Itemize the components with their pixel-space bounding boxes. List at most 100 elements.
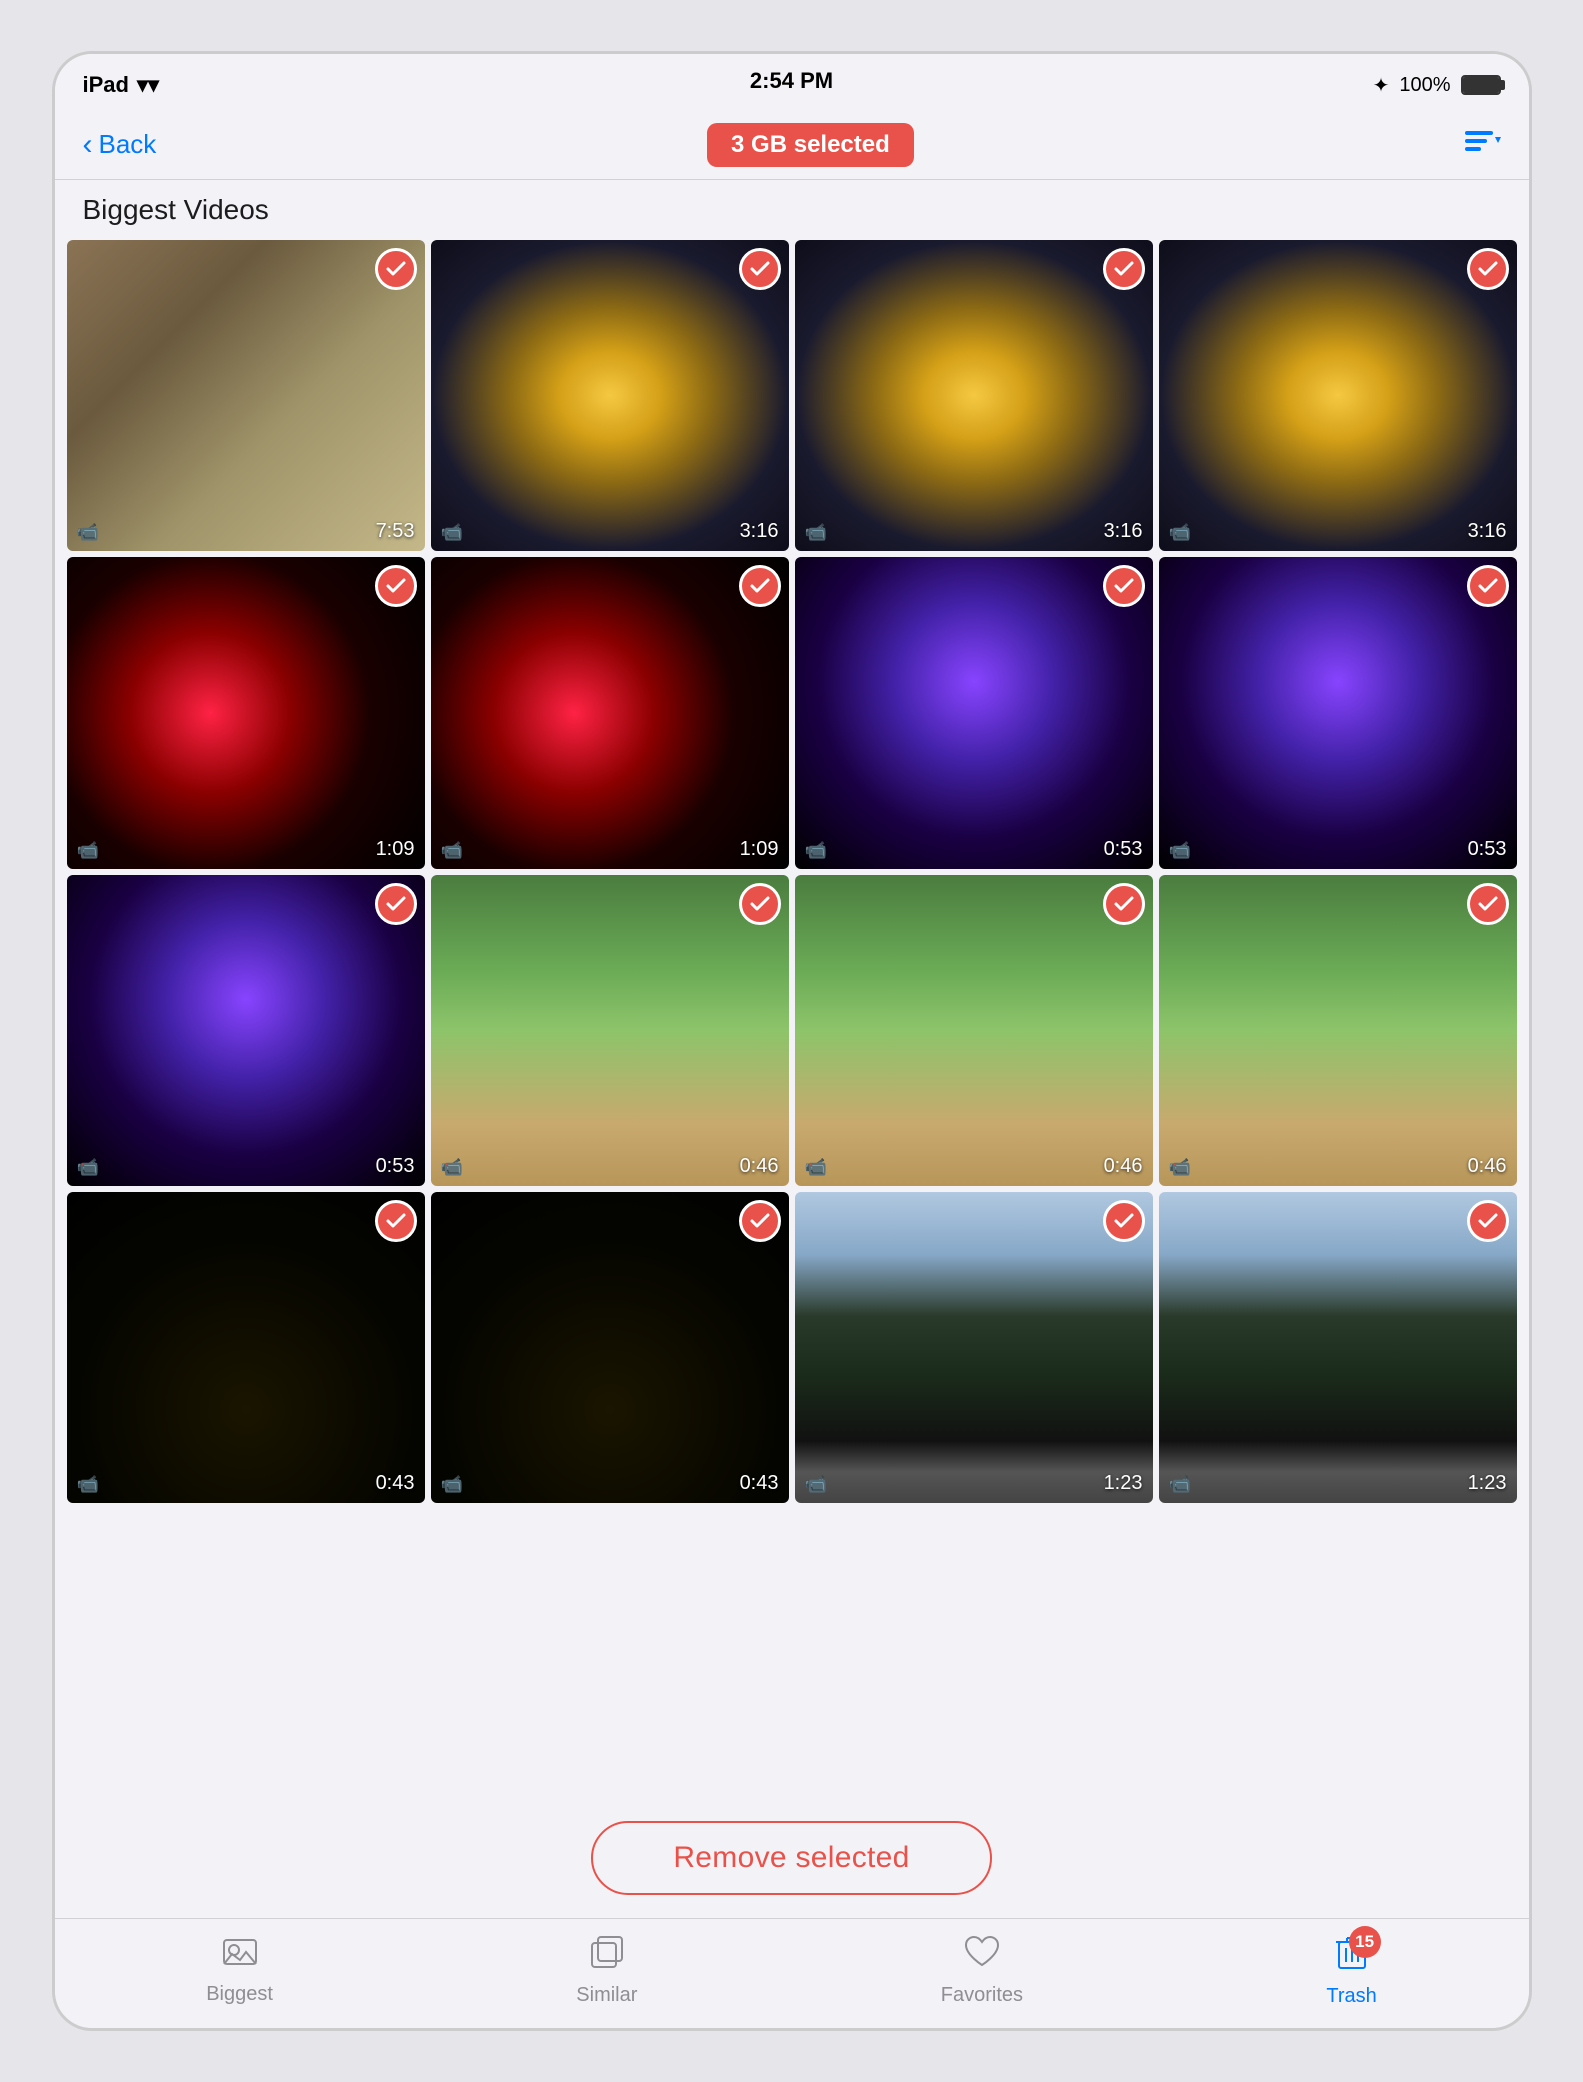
sort-icon[interactable] (1465, 129, 1501, 161)
selection-check (375, 565, 417, 607)
video-camera-icon: 📹 (1169, 1474, 1191, 1495)
video-camera-icon: 📹 (805, 840, 827, 861)
video-cell[interactable]: 📹 0:53 (67, 875, 425, 1186)
battery-fill (1463, 77, 1499, 93)
status-time: 2:54 PM (750, 68, 833, 94)
video-duration: 1:23 (1468, 1472, 1507, 1495)
video-cell[interactable]: 📹 1:23 (1159, 1192, 1517, 1503)
tab-similar-label: Similar (576, 1984, 637, 2007)
status-left: iPad ▾▾ (83, 72, 160, 98)
video-duration: 3:16 (740, 520, 779, 543)
selected-badge: 3 GB selected (707, 123, 914, 167)
video-camera-icon: 📹 (1169, 840, 1191, 861)
video-cell[interactable]: 📹 1:09 (67, 557, 425, 868)
selection-check (1467, 248, 1509, 290)
video-cell[interactable]: 📹 1:23 (795, 1192, 1153, 1503)
trash-badge: 15 (1349, 1926, 1381, 1958)
favorites-tab-icon (964, 1935, 1000, 1978)
video-cell[interactable]: 📹 0:46 (1159, 875, 1517, 1186)
remove-selected-button[interactable]: Remove selected (591, 1821, 991, 1895)
video-camera-icon: 📹 (77, 522, 99, 543)
back-chevron-icon: ‹ (83, 128, 93, 162)
video-grid-area[interactable]: 📹 7:53 📹 3:16 📹 3:16 (55, 236, 1529, 1798)
tab-favorites[interactable]: Favorites (941, 1935, 1023, 2007)
video-duration: 0:46 (1468, 1155, 1507, 1178)
tab-trash[interactable]: 15 Trash (1326, 1934, 1376, 2008)
selection-check (1103, 1200, 1145, 1242)
status-bar: iPad ▾▾ 2:54 PM ✦ 100% (55, 54, 1529, 110)
video-camera-icon: 📹 (441, 1157, 463, 1178)
selection-check (739, 565, 781, 607)
video-duration: 0:53 (1468, 838, 1507, 861)
video-cell[interactable]: 📹 0:46 (795, 875, 1153, 1186)
video-cell[interactable]: 📹 0:43 (67, 1192, 425, 1503)
wifi-icon: ▾▾ (137, 72, 159, 98)
selection-check (1467, 1200, 1509, 1242)
video-cell[interactable]: 📹 0:53 (1159, 557, 1517, 868)
bluetooth-icon: ✦ (1373, 73, 1390, 98)
selection-check (1467, 565, 1509, 607)
video-cell[interactable]: 📹 0:43 (431, 1192, 789, 1503)
battery-pct: 100% (1399, 74, 1450, 97)
similar-tab-icon (590, 1935, 624, 1978)
nav-right-controls (1465, 129, 1501, 161)
section-title: Biggest Videos (83, 194, 269, 225)
video-camera-icon: 📹 (1169, 1157, 1191, 1178)
video-duration: 3:16 (1104, 520, 1143, 543)
video-grid: 📹 7:53 📹 3:16 📹 3:16 (67, 240, 1517, 1503)
video-duration: 0:43 (376, 1472, 415, 1495)
device-label: iPad (83, 72, 129, 98)
selection-check (375, 1200, 417, 1242)
video-camera-icon: 📹 (441, 1474, 463, 1495)
video-cell[interactable]: 📹 1:09 (431, 557, 789, 868)
video-duration: 0:43 (740, 1472, 779, 1495)
video-duration: 0:53 (376, 1155, 415, 1178)
video-cell[interactable]: 📹 3:16 (1159, 240, 1517, 551)
selection-check (739, 248, 781, 290)
selection-check (1103, 248, 1145, 290)
video-duration: 1:23 (1104, 1472, 1143, 1495)
video-cell[interactable]: 📹 3:16 (795, 240, 1153, 551)
ipad-frame: iPad ▾▾ 2:54 PM ✦ 100% ‹ Back 3 GB selec… (52, 51, 1532, 2031)
video-duration: 3:16 (1468, 520, 1507, 543)
back-button[interactable]: ‹ Back (83, 128, 157, 162)
tab-biggest-label: Biggest (206, 1983, 273, 2006)
video-camera-icon: 📹 (1169, 522, 1191, 543)
tab-similar[interactable]: Similar (576, 1935, 637, 2007)
video-camera-icon: 📹 (805, 522, 827, 543)
battery-bar (1461, 75, 1501, 95)
video-camera-icon: 📹 (441, 840, 463, 861)
tab-bar: Biggest Similar Favorites (55, 1918, 1529, 2028)
video-duration: 7:53 (376, 520, 415, 543)
video-duration: 0:46 (740, 1155, 779, 1178)
video-duration: 1:09 (376, 838, 415, 861)
nav-bar: ‹ Back 3 GB selected (55, 110, 1529, 180)
video-duration: 0:53 (1104, 838, 1143, 861)
action-area: Remove selected (55, 1798, 1529, 1918)
video-cell[interactable]: 📹 3:16 (431, 240, 789, 551)
selection-check (1467, 883, 1509, 925)
selection-check (739, 883, 781, 925)
selection-check (1103, 565, 1145, 607)
selection-check (739, 1200, 781, 1242)
nav-center: 3 GB selected (707, 123, 914, 167)
video-duration: 1:09 (740, 838, 779, 861)
video-cell[interactable]: 📹 0:46 (431, 875, 789, 1186)
video-camera-icon: 📹 (805, 1474, 827, 1495)
tab-favorites-label: Favorites (941, 1984, 1023, 2007)
selection-check (375, 248, 417, 290)
video-camera-icon: 📹 (805, 1157, 827, 1178)
biggest-tab-icon (222, 1936, 258, 1977)
selection-check (1103, 883, 1145, 925)
tab-biggest[interactable]: Biggest (206, 1936, 273, 2006)
video-camera-icon: 📹 (77, 840, 99, 861)
video-camera-icon: 📹 (77, 1474, 99, 1495)
video-cell[interactable]: 📹 7:53 (67, 240, 425, 551)
back-label: Back (99, 129, 157, 160)
video-cell[interactable]: 📹 0:53 (795, 557, 1153, 868)
video-camera-icon: 📹 (77, 1157, 99, 1178)
selection-check (375, 883, 417, 925)
tab-trash-label: Trash (1326, 1985, 1376, 2008)
section-header: Biggest Videos (55, 180, 1529, 236)
video-camera-icon: 📹 (441, 522, 463, 543)
